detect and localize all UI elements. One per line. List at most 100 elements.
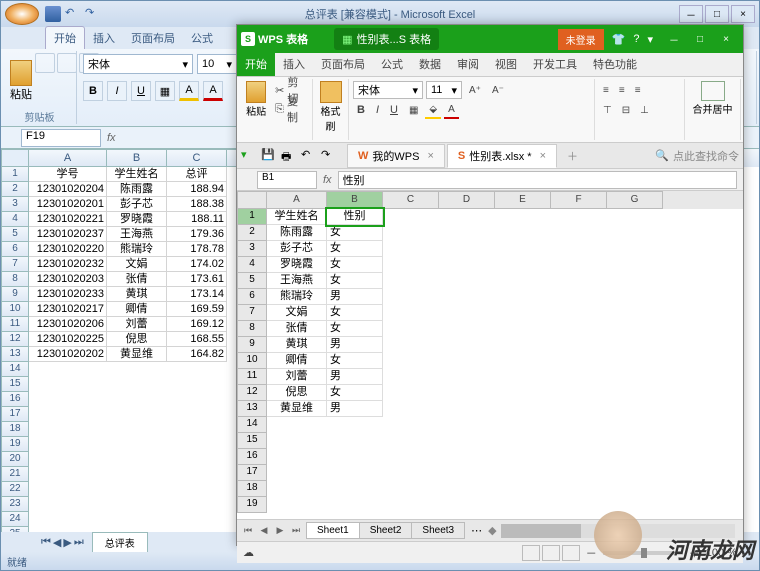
redo-icon[interactable]: ↷ <box>321 148 337 164</box>
sheet-tab[interactable]: 总评表 <box>92 532 148 552</box>
excel-tab-公式[interactable]: 公式 <box>183 27 221 49</box>
wps-cell[interactable]: 女 <box>327 385 383 401</box>
wps-file-tab[interactable]: W我的WPS× <box>347 144 445 168</box>
close-tab-icon[interactable]: × <box>540 150 546 162</box>
align-center-icon[interactable]: ≡ <box>615 81 629 99</box>
wps-row-header[interactable]: 4 <box>237 257 267 273</box>
wps-cell[interactable]: 性别 <box>327 209 383 225</box>
increase-font-icon[interactable]: A⁺ <box>465 81 485 99</box>
row-header[interactable]: 16 <box>1 392 29 407</box>
wps-fill-color-button[interactable]: ⬙ <box>425 101 441 119</box>
wps-tab-审阅[interactable]: 审阅 <box>449 52 487 76</box>
cell[interactable]: 12301020225 <box>29 332 107 347</box>
wps-row-header[interactable]: 17 <box>237 465 267 481</box>
cell[interactable]: 学号 <box>29 167 107 182</box>
cell[interactable]: 169.12 <box>167 317 227 332</box>
wps-titlebar[interactable]: SWPS 表格 ▦性别表...S 表格 未登录 👕 ? ▾ － □ × <box>237 25 743 53</box>
row-header[interactable]: 7 <box>1 257 29 272</box>
wps-cell[interactable]: 黄琪 <box>267 337 327 353</box>
wps-tab-数据[interactable]: 数据 <box>411 52 449 76</box>
wps-col-header-E[interactable]: E <box>495 191 551 209</box>
wps-tab-特色功能[interactable]: 特色功能 <box>585 52 645 76</box>
normal-view-icon[interactable] <box>522 545 540 561</box>
cell[interactable]: 173.61 <box>167 272 227 287</box>
row-header[interactable]: 12 <box>1 332 29 347</box>
row-header[interactable]: 4 <box>1 212 29 227</box>
wps-file-tab[interactable]: S性别表.xlsx *× <box>447 144 557 168</box>
wps-tab-开发工具[interactable]: 开发工具 <box>525 52 585 76</box>
wps-col-header-C[interactable]: C <box>383 191 439 209</box>
wps-select-all-corner[interactable] <box>237 191 267 209</box>
wps-row-header[interactable]: 16 <box>237 449 267 465</box>
wps-cell[interactable]: 熊瑞玲 <box>267 289 327 305</box>
wps-sheet-tab[interactable]: Sheet3 <box>411 522 465 539</box>
wps-cell[interactable]: 文娟 <box>267 305 327 321</box>
wps-row-header[interactable]: 5 <box>237 273 267 289</box>
save-icon[interactable]: 💾 <box>261 148 277 164</box>
wps-underline-button[interactable]: U <box>386 101 402 119</box>
wps-cell[interactable]: 女 <box>327 273 383 289</box>
cell[interactable]: 188.38 <box>167 197 227 212</box>
undo-icon[interactable]: ↶ <box>65 6 81 22</box>
wps-row-header[interactable]: 19 <box>237 497 267 513</box>
wps-cell[interactable]: 女 <box>327 353 383 369</box>
excel-name-box[interactable]: F19 <box>21 129 101 147</box>
wps-cell[interactable]: 陈雨露 <box>267 225 327 241</box>
align-left-icon[interactable]: ≡ <box>599 81 613 99</box>
wps-cell[interactable]: 女 <box>327 257 383 273</box>
sheet-nav-prev-icon[interactable]: ◀ <box>257 525 271 536</box>
row-header[interactable]: 17 <box>1 407 29 422</box>
row-header[interactable]: 14 <box>1 362 29 377</box>
valign-top-icon[interactable]: ⊤ <box>599 101 616 119</box>
wps-sheet-tab[interactable]: Sheet2 <box>359 522 413 539</box>
wps-fx-icon[interactable]: fx <box>323 174 332 186</box>
cell[interactable]: 张倩 <box>107 272 167 287</box>
wps-zoom-level[interactable]: 100 % <box>706 547 737 559</box>
cell[interactable]: 黄琪 <box>107 287 167 302</box>
page-layout-view-icon[interactable] <box>542 545 560 561</box>
wps-command-search[interactable]: 🔍 点此查找命令 <box>655 148 739 164</box>
cell[interactable]: 12301020201 <box>29 197 107 212</box>
row-header[interactable]: 10 <box>1 302 29 317</box>
row-header[interactable]: 23 <box>1 497 29 512</box>
wps-tab-页面布局[interactable]: 页面布局 <box>313 52 373 76</box>
wps-border-button[interactable]: ▦ <box>405 101 422 119</box>
wps-cell[interactable]: 王海燕 <box>267 273 327 289</box>
cell[interactable]: 学生姓名 <box>107 167 167 182</box>
sheet-nav-first-icon[interactable]: ⏮ <box>241 525 255 536</box>
wps-row-header[interactable]: 9 <box>237 337 267 353</box>
decrease-font-icon[interactable]: A⁻ <box>488 81 508 99</box>
row-header[interactable]: 22 <box>1 482 29 497</box>
save-icon[interactable] <box>45 6 61 22</box>
row-header[interactable]: 2 <box>1 182 29 197</box>
wps-cell[interactable]: 黄显维 <box>267 401 327 417</box>
wps-cell[interactable]: 学生姓名 <box>267 209 327 225</box>
wps-tab-公式[interactable]: 公式 <box>373 52 411 76</box>
cell[interactable]: 178.78 <box>167 242 227 257</box>
sheet-nav-next-icon[interactable]: ▶ <box>273 525 287 536</box>
wps-col-header-F[interactable]: F <box>551 191 607 209</box>
cell[interactable]: 169.59 <box>167 302 227 317</box>
wps-row-header[interactable]: 8 <box>237 321 267 337</box>
wps-col-header-B[interactable]: B <box>327 191 383 209</box>
valign-bottom-icon[interactable]: ⊥ <box>636 101 653 119</box>
underline-button[interactable]: U <box>131 81 151 101</box>
wps-row-header[interactable]: 15 <box>237 433 267 449</box>
cell[interactable]: 总评 <box>167 167 227 182</box>
minimize-button[interactable]: － <box>679 5 703 23</box>
paste-button[interactable]: 粘贴 <box>9 53 33 109</box>
fx-icon[interactable]: fx <box>107 132 116 144</box>
wps-close-button[interactable]: × <box>713 29 739 49</box>
wps-tab-开始[interactable]: 开始 <box>237 52 275 76</box>
cell[interactable]: 12301020204 <box>29 182 107 197</box>
restore-button[interactable]: □ <box>705 5 729 23</box>
new-tab-button[interactable]: ＋ <box>561 148 584 164</box>
cell[interactable]: 刘蕾 <box>107 317 167 332</box>
wps-cell[interactable]: 男 <box>327 401 383 417</box>
cell[interactable]: 12301020217 <box>29 302 107 317</box>
sheet-nav-last-icon[interactable]: ⏭ <box>289 525 303 536</box>
align-right-icon[interactable]: ≡ <box>631 81 645 99</box>
cell[interactable]: 188.11 <box>167 212 227 227</box>
cell[interactable]: 12301020221 <box>29 212 107 227</box>
cell[interactable]: 12301020203 <box>29 272 107 287</box>
